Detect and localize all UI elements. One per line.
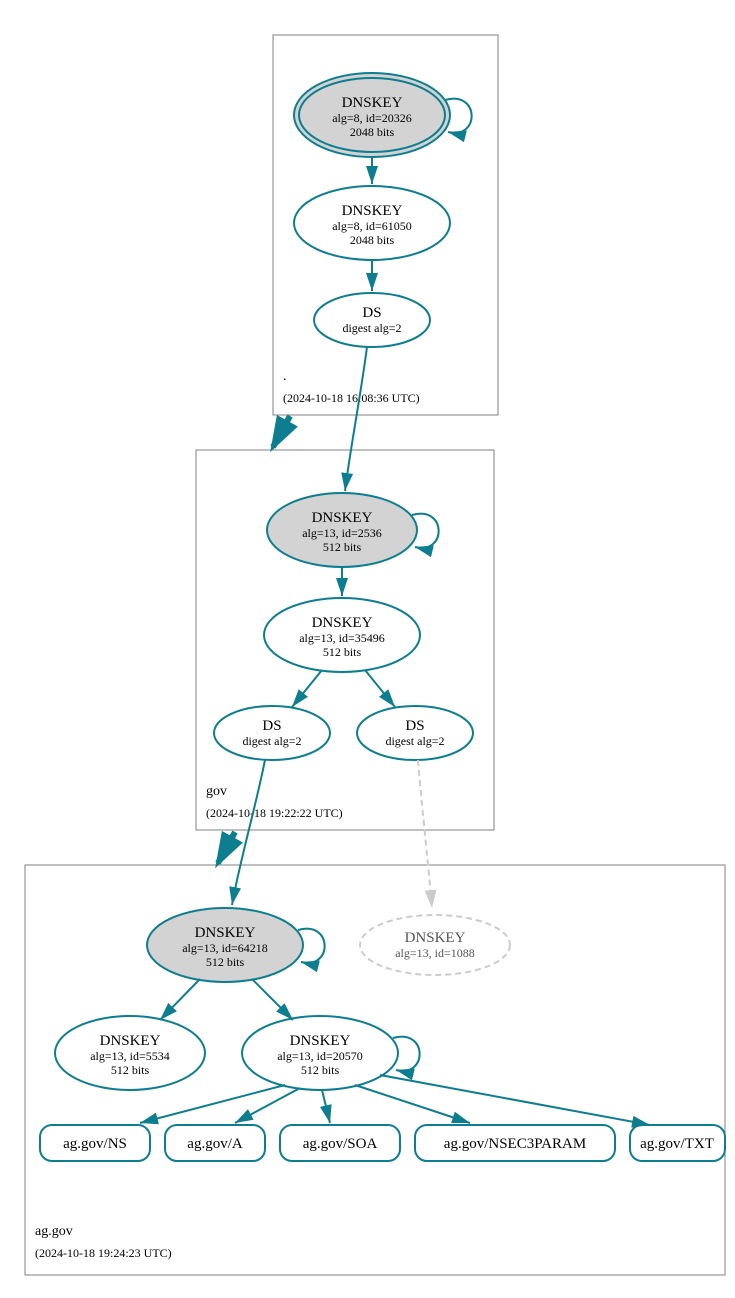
svg-text:alg=13, id=1088: alg=13, id=1088	[395, 946, 475, 960]
svg-text:ag.gov/A: ag.gov/A	[187, 1136, 243, 1152]
node-ag-missing: DNSKEY alg=13, id=1088	[360, 915, 510, 975]
zone-aggov-timestamp: (2024-10-18 19:24:23 UTC)	[35, 1246, 172, 1260]
node-rr-nsec3: ag.gov/NSEC3PARAM	[415, 1125, 615, 1161]
svg-text:alg=8, id=61050: alg=8, id=61050	[332, 219, 412, 233]
edge-gov-to-ag-zone	[218, 832, 235, 863]
svg-text:alg=8, id=20326: alg=8, id=20326	[332, 111, 412, 125]
zone-aggov-name: ag.gov	[35, 1224, 73, 1239]
node-ag-zsk1: DNSKEY alg=13, id=5534 512 bits	[55, 1016, 205, 1090]
svg-text:DNSKEY: DNSKEY	[290, 1033, 351, 1049]
zone-gov-timestamp: (2024-10-18 19:22:22 UTC)	[206, 806, 343, 820]
node-gov-ds2: DS digest alg=2	[357, 706, 473, 760]
node-rr-ns: ag.gov/NS	[40, 1125, 150, 1161]
edge-zsk2-soa	[322, 1090, 330, 1123]
edge-govds2-agmissing	[418, 760, 432, 908]
svg-text:DNSKEY: DNSKEY	[312, 510, 373, 526]
svg-text:2048 bits: 2048 bits	[350, 125, 395, 139]
svg-text:alg=13, id=2536: alg=13, id=2536	[302, 526, 382, 540]
edge-zsk2-ns	[140, 1085, 285, 1123]
node-gov-zsk: DNSKEY alg=13, id=35496 512 bits	[264, 598, 420, 672]
edge-zsk2-nsec3	[355, 1085, 470, 1123]
edge-zsk2-a	[235, 1088, 300, 1123]
svg-text:digest alg=2: digest alg=2	[342, 321, 401, 335]
edge-ag-ksk-zsk1	[160, 979, 200, 1020]
svg-text:digest alg=2: digest alg=2	[242, 734, 301, 748]
svg-text:ag.gov/NSEC3PARAM: ag.gov/NSEC3PARAM	[444, 1136, 586, 1152]
node-root-ksk: DNSKEY alg=8, id=20326 2048 bits	[294, 73, 450, 157]
svg-text:ag.gov/TXT: ag.gov/TXT	[640, 1136, 714, 1152]
edge-rootds-govksk	[345, 347, 367, 491]
svg-text:DNSKEY: DNSKEY	[195, 925, 256, 941]
node-gov-ds1: DS digest alg=2	[214, 706, 330, 760]
svg-text:2048 bits: 2048 bits	[350, 233, 395, 247]
node-ag-ksk: DNSKEY alg=13, id=64218 512 bits	[147, 908, 303, 982]
svg-text:alg=13, id=64218: alg=13, id=64218	[182, 941, 268, 955]
node-root-ds: DS digest alg=2	[314, 293, 430, 347]
node-ag-zsk2: DNSKEY alg=13, id=20570 512 bits	[242, 1016, 398, 1090]
node-rr-a: ag.gov/A	[165, 1125, 265, 1161]
svg-text:DNSKEY: DNSKEY	[342, 95, 403, 111]
svg-text:alg=13, id=35496: alg=13, id=35496	[299, 631, 385, 645]
edge-gov-zsk-ds2	[365, 670, 395, 707]
svg-text:alg=13, id=5534: alg=13, id=5534	[90, 1049, 170, 1063]
svg-text:DS: DS	[362, 305, 381, 321]
node-rr-soa: ag.gov/SOA	[280, 1125, 400, 1161]
edge-ag-ksk-zsk2	[252, 979, 293, 1020]
zone-root-name: .	[283, 369, 287, 384]
zone-gov-name: gov	[206, 784, 227, 799]
svg-text:ag.gov/SOA: ag.gov/SOA	[303, 1136, 378, 1152]
svg-text:DNSKEY: DNSKEY	[312, 615, 373, 631]
edge-govds1-agksk	[232, 760, 265, 905]
svg-text:DNSKEY: DNSKEY	[342, 203, 403, 219]
svg-text:DS: DS	[405, 718, 424, 734]
svg-text:ag.gov/NS: ag.gov/NS	[63, 1136, 127, 1152]
node-rr-txt: ag.gov/TXT	[630, 1125, 725, 1161]
edge-zsk2-txt	[380, 1075, 650, 1125]
svg-text:DNSKEY: DNSKEY	[405, 930, 466, 946]
svg-text:digest alg=2: digest alg=2	[385, 734, 444, 748]
svg-text:512 bits: 512 bits	[206, 955, 245, 969]
svg-text:DS: DS	[262, 718, 281, 734]
dnssec-chain-diagram: . (2024-10-18 16:08:36 UTC) gov (2024-10…	[10, 10, 735, 1288]
svg-text:512 bits: 512 bits	[111, 1063, 150, 1077]
zone-root-timestamp: (2024-10-18 16:08:36 UTC)	[283, 391, 420, 405]
edge-gov-zsk-ds1	[292, 670, 322, 707]
node-gov-ksk: DNSKEY alg=13, id=2536 512 bits	[267, 493, 417, 567]
svg-text:512 bits: 512 bits	[323, 645, 362, 659]
edge-root-to-gov-zone	[273, 416, 290, 447]
svg-text:512 bits: 512 bits	[323, 540, 362, 554]
svg-text:512 bits: 512 bits	[301, 1063, 340, 1077]
svg-text:DNSKEY: DNSKEY	[100, 1033, 161, 1049]
svg-text:alg=13, id=20570: alg=13, id=20570	[277, 1049, 363, 1063]
node-root-zsk: DNSKEY alg=8, id=61050 2048 bits	[294, 186, 450, 260]
